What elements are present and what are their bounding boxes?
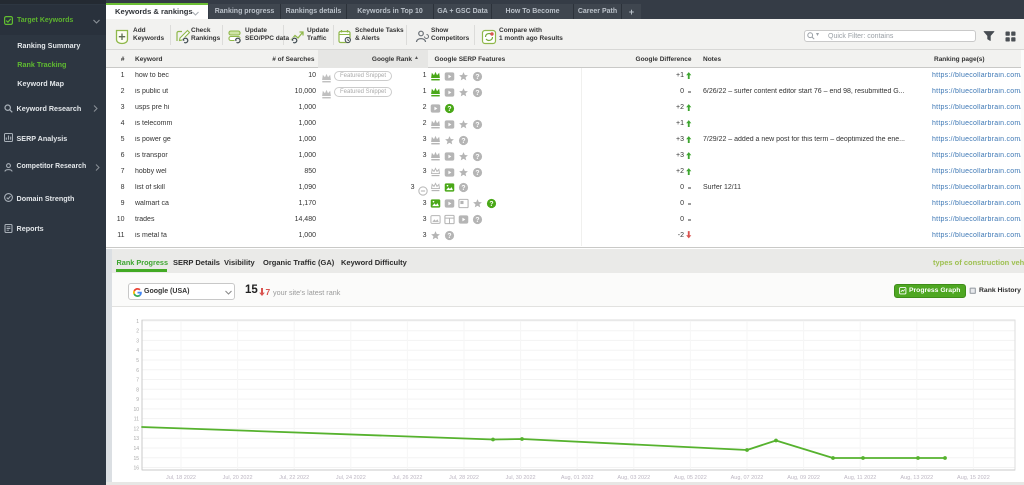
svg-text:?: ? [489,201,493,208]
svg-text:Jul, 28 2022: Jul, 28 2022 [449,475,479,481]
svg-text:Aug, 01 2022: Aug, 01 2022 [561,475,594,481]
svg-text:?: ? [475,121,479,128]
svg-text:Aug, 05 2022: Aug, 05 2022 [674,475,707,481]
svg-text:1: 1 [136,319,139,325]
svg-text:14: 14 [133,446,139,452]
svg-text:?: ? [475,217,479,224]
svg-text:16: 16 [133,466,139,472]
svg-text:Aug, 11 2022: Aug, 11 2022 [844,475,876,481]
svg-text:?: ? [447,106,451,113]
svg-text:Aug, 09 2022: Aug, 09 2022 [787,475,820,481]
svg-text:Aug, 15 2022: Aug, 15 2022 [957,475,990,481]
svg-text:9: 9 [136,397,139,403]
svg-text:11: 11 [134,417,139,423]
svg-text:Jul, 26 2022: Jul, 26 2022 [392,475,422,481]
svg-text:3: 3 [136,338,139,344]
svg-text:8: 8 [136,387,139,393]
svg-text:?: ? [461,185,465,192]
svg-text:?: ? [475,90,479,97]
svg-text:?: ? [475,169,479,176]
svg-text:?: ? [475,153,479,160]
svg-text:6: 6 [136,368,139,374]
svg-text:15: 15 [133,456,139,462]
svg-text:Jul, 24 2022: Jul, 24 2022 [336,475,366,481]
svg-text:Jul, 18 2022: Jul, 18 2022 [166,475,196,481]
svg-text:?: ? [461,137,465,144]
svg-text:10: 10 [133,407,139,413]
svg-text:?: ? [447,233,451,240]
svg-text:Jul, 20 2022: Jul, 20 2022 [223,475,253,481]
svg-text:5: 5 [136,358,139,364]
svg-text:Jul, 22 2022: Jul, 22 2022 [279,475,309,481]
svg-text:Jul, 30 2022: Jul, 30 2022 [506,475,536,481]
svg-text:12: 12 [133,426,139,432]
svg-text:7: 7 [136,378,139,384]
svg-text:2: 2 [136,329,139,335]
svg-text:Aug, 07 2022: Aug, 07 2022 [731,475,764,481]
svg-text:Aug, 13 2022: Aug, 13 2022 [900,475,933,481]
svg-text:13: 13 [133,436,139,442]
svg-text:?: ? [475,74,479,81]
svg-text:4: 4 [136,348,139,354]
svg-text:Aug, 03 2022: Aug, 03 2022 [617,475,650,481]
